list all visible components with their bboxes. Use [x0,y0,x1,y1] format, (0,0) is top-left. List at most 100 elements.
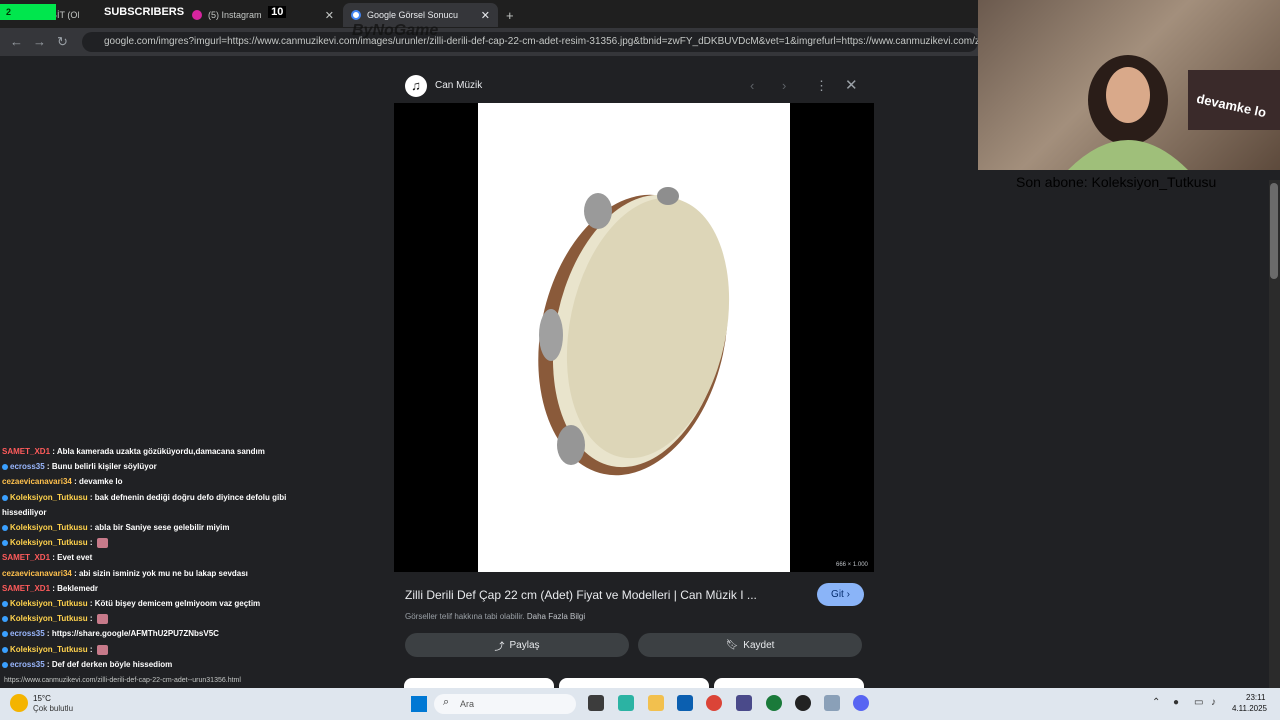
chat-username[interactable]: Koleksiyon_Tutkusu [10,538,88,547]
chat-message: SAMET_XD1 : Abla kamerada uzakta gözüküy… [2,444,302,459]
more-options-icon[interactable]: ⋮ [815,78,828,94]
chat-message: ecross35 : Def def derken böyle hissedio… [2,657,302,672]
chat-message: Koleksiyon_Tutkusu : bak defnenin dediği… [2,490,302,520]
chat-message: cezaevicanavari34 : devamke lo [2,474,302,489]
address-bar[interactable]: google.com/imgres?imgurl=https://www.can… [82,32,978,52]
share-button[interactable]: ⤴ Paylaş [405,633,629,657]
search-placeholder: Ara [460,699,475,709]
emote-icon [96,614,108,625]
music-note-icon: ♫ [405,75,427,97]
tab-label: Google Görsel Sonucu [367,10,459,20]
save-label: Kaydet [743,639,775,651]
learn-more-link[interactable]: Daha Fazla Bilgi [527,612,585,621]
channel-watermark: ByNoGame [352,22,439,39]
image-dimensions: 666 × 1.000 [836,562,868,568]
copyright-notice: Görseller telif hakkına tabi olabilir. D… [405,612,585,621]
chrome-profile-icon[interactable] [766,695,782,711]
chat-username[interactable]: ecross35 [10,660,45,669]
close-icon[interactable]: ✕ [845,76,858,94]
taskbar-search[interactable]: Ara [434,694,576,714]
obs-icon[interactable] [795,695,811,711]
settings-icon[interactable] [824,695,840,711]
chat-message: Koleksiyon_Tutkusu : abla bir Saniye ses… [2,520,302,535]
emote-icon [96,538,108,549]
subscriber-overlay: 2 SUBSCRIBERS 10 [0,3,287,21]
save-button[interactable]: 🔖︎ Kaydet [638,633,862,657]
chat-text: : Def def derken böyle hissediom [44,659,173,669]
chat-text: : [87,614,93,624]
chat-username[interactable]: SAMET_XD1 [2,584,50,593]
chat-text: : Abla kamerada uzakta gözüküyordu,damac… [50,447,265,456]
google-icon [351,10,361,20]
copilot-icon[interactable] [618,695,634,711]
badge-icon [2,464,8,471]
chat-message: ecross35 : Bunu belirli kişiler söylüyor [2,459,302,474]
reload-icon[interactable]: ↻ [57,34,68,50]
chat-username[interactable]: Koleksiyon_Tutkusu [10,645,88,654]
next-icon[interactable]: › [782,78,786,93]
chat-text: : abi sizin isminiz yok mu ne bu lakap s… [71,568,248,578]
new-tab-button[interactable]: + [502,3,522,27]
chat-text: : Evet evet [50,553,93,563]
chat-username[interactable]: SAMET_XD1 [2,447,50,456]
weather-desc: Çok bulutlu [33,704,74,713]
weather-icon[interactable] [10,694,28,712]
copyright-text: Görseller telif hakkına tabi olabilir. [405,612,525,621]
chat-message: Koleksiyon_Tutkusu : [2,611,302,626]
share-label: Paylaş [509,639,540,651]
go-label: Git [831,589,844,600]
previous-icon[interactable]: ‹ [750,78,754,93]
badge-icon [2,646,8,653]
chat-message: Koleksiyon_Tutkusu : [2,535,302,550]
url-text: google.com/imgres?imgurl=https://www.can… [104,36,978,47]
chat-username[interactable]: ecross35 [10,629,45,638]
badge-icon [2,631,8,638]
badge-icon [2,661,8,668]
result-title[interactable]: Zilli Derili Def Çap 22 cm (Adet) Fiyat … [405,588,757,602]
chat-message: SAMET_XD1 : Beklemedr [2,581,302,596]
chat-message: Koleksiyon_Tutkusu : Kötü bişey demicem … [2,596,302,611]
product-image[interactable] [478,103,790,572]
sub-goal-bar: 2 [0,4,56,20]
subscribers-count: 10 [268,6,287,18]
task-view-icon[interactable] [588,695,604,711]
forward-icon[interactable]: → [33,34,46,49]
taskbar [0,688,1280,720]
go-button[interactable]: Git › [817,583,864,606]
chat-username[interactable]: cezaevicanavari34 [2,477,72,486]
chat-message: ecross35 : https://share.google/AFMThU2P… [2,626,302,641]
discord-icon[interactable] [853,695,869,711]
microphone-icon[interactable]: ● [1173,697,1179,708]
source-name[interactable]: Can Müzik [435,80,482,91]
badge-icon [2,600,8,607]
stream-chat: SAMET_XD1 : Abla kamerada uzakta gözüküy… [2,444,302,687]
chat-text: : Kötü bişey demicem gelmiyoom vaz geçti… [87,599,261,609]
chevron-up-icon[interactable]: ⌃ [1152,697,1160,708]
close-tab-icon[interactable]: ✕ [325,9,334,22]
file-explorer-icon[interactable] [648,695,664,711]
volume-icon[interactable]: ♪ [1211,697,1216,708]
chat-text: : Beklemedr [50,583,99,593]
chat-text: : abla bir Saniye sese gelebilir miyim [87,523,230,533]
scrollbar-thumb[interactable] [1270,183,1278,279]
clock-date: 4.11.2025 [1232,704,1267,713]
back-icon[interactable]: ← [10,34,23,49]
chat-username[interactable]: Koleksiyon_Tutkusu [10,493,88,502]
chat-username[interactable]: ecross35 [10,462,45,471]
chat-text: : devamke lo [71,477,123,487]
chat-username[interactable]: Koleksiyon_Tutkusu [10,523,88,532]
chat-username[interactable]: Koleksiyon_Tutkusu [10,599,88,608]
chat-username[interactable]: Koleksiyon_Tutkusu [10,614,88,623]
tambourine-image [538,187,730,476]
chrome-icon[interactable] [706,695,722,711]
chat-username[interactable]: SAMET_XD1 [2,553,50,562]
chat-message: Koleksiyon_Tutkusu : [2,642,302,657]
start-icon[interactable] [411,696,427,712]
network-icon[interactable]: ▭ [1194,697,1203,708]
store-icon[interactable] [677,695,693,711]
close-tab-icon[interactable]: ✕ [481,9,490,22]
app-icon[interactable] [736,695,752,711]
chat-username[interactable]: cezaevicanavari34 [2,569,72,578]
chat-message: cezaevicanavari34 : abi sizin isminiz yo… [2,566,302,581]
webcam-feed: devamke lo [978,0,1280,170]
